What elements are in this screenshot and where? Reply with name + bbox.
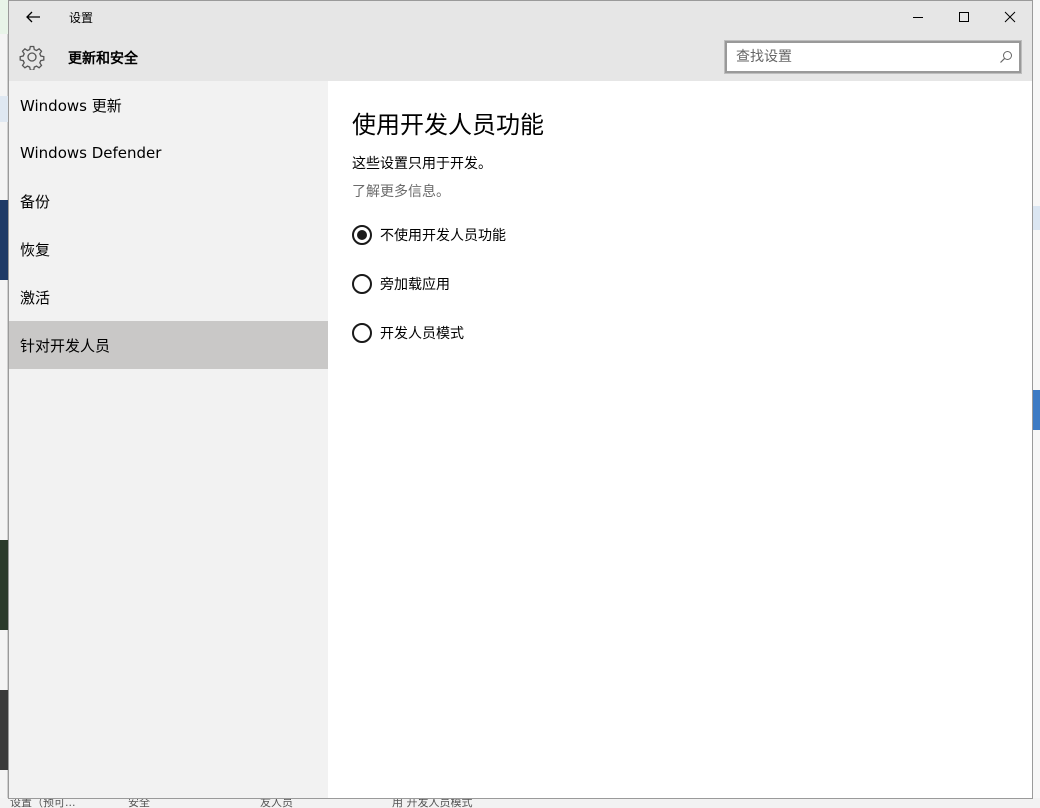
search-input[interactable] [727,43,987,71]
search-icon[interactable] [999,50,1013,64]
radio-label: 旁加载应用 [380,277,450,293]
sidebar-item-label: 恢复 [20,240,51,259]
radio-option-developer-mode[interactable]: 开发人员模式 [352,321,464,345]
sidebar-item-label: 针对开发人员 [20,336,111,355]
close-button[interactable] [987,1,1032,33]
background-left-strip [0,0,8,808]
background-right-strip [1032,0,1040,808]
radio-button[interactable] [352,225,372,245]
maximize-icon [959,12,969,22]
settings-window: 设置 更新和安全 查找设置 Windows 更新 Windows Defende… [8,0,1033,799]
background-fragment-text: 用 开发人员模式 [392,798,473,808]
minimize-icon [913,17,923,18]
close-icon [1004,11,1016,23]
radio-selected-dot [357,230,367,240]
sidebar-item-for-developers[interactable]: 针对开发人员 [9,321,328,369]
search-box [724,40,1022,74]
title-bar: 设置 [9,1,1032,33]
radio-option-sideload-apps[interactable]: 旁加载应用 [352,272,450,296]
radio-label: 开发人员模式 [380,326,464,342]
background-bottom-strip: 设置（预可... 安全 友人员 用 开发人员模式 [0,798,1040,808]
sidebar-item-label: Windows Defender [20,144,162,162]
background-fragment-text: 安全 [128,798,150,808]
back-button[interactable] [9,1,57,33]
radio-option-no-developer-features[interactable]: 不使用开发人员功能 [352,223,506,247]
maximize-button[interactable] [941,1,987,33]
sidebar-item-windows-update[interactable]: Windows 更新 [9,81,328,129]
settings-header: 更新和安全 [9,33,1032,81]
learn-more-link[interactable]: 了解更多信息。 [352,181,450,201]
sidebar: Windows 更新 Windows Defender 备份 恢复 激活 针对开… [9,81,328,798]
sidebar-item-label: 激活 [20,288,51,307]
window-title: 设置 [69,11,94,25]
section-title: 使用开发人员功能 [352,111,544,139]
sidebar-item-recovery[interactable]: 恢复 [9,225,328,273]
sidebar-item-label: Windows 更新 [20,96,122,115]
sidebar-item-backup[interactable]: 备份 [9,177,328,225]
back-arrow-icon [26,11,40,23]
sidebar-item-activation[interactable]: 激活 [9,273,328,321]
gear-icon [19,45,45,70]
main-content: 使用开发人员功能 这些设置只用于开发。 了解更多信息。 不使用开发人员功能 旁加… [328,81,1032,798]
sidebar-item-label: 备份 [20,192,51,211]
section-description: 这些设置只用于开发。 [352,156,492,172]
background-fragment-text: 设置（预可... [10,798,76,808]
page-title: 更新和安全 [68,51,138,67]
radio-button[interactable] [352,323,372,343]
sidebar-item-windows-defender[interactable]: Windows Defender [9,129,328,177]
background-fragment-text: 友人员 [260,798,293,808]
radio-label: 不使用开发人员功能 [380,228,506,244]
radio-button[interactable] [352,274,372,294]
minimize-button[interactable] [895,1,941,33]
